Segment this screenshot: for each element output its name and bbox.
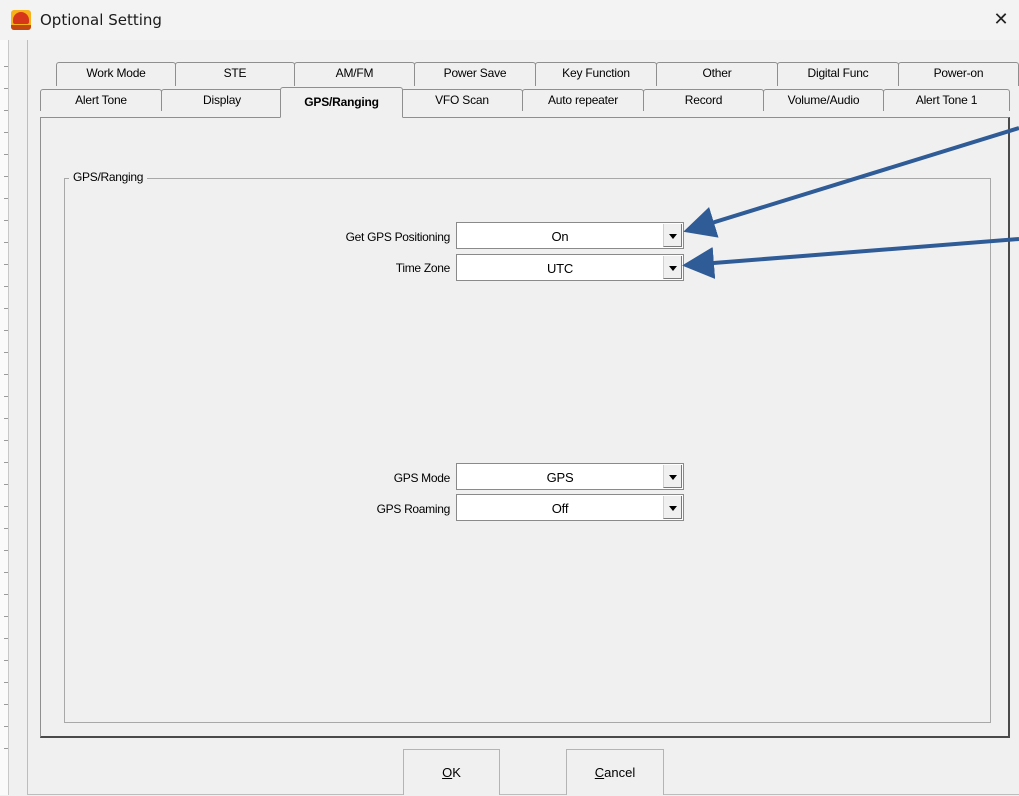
annotation-arrows: [682, 126, 1019, 279]
annotation-arrow-time-zone: [682, 237, 1019, 279]
annotation-arrow-gps-positioning: [683, 126, 1019, 238]
tab-gps-ranging[interactable]: GPS/Ranging: [280, 87, 403, 118]
